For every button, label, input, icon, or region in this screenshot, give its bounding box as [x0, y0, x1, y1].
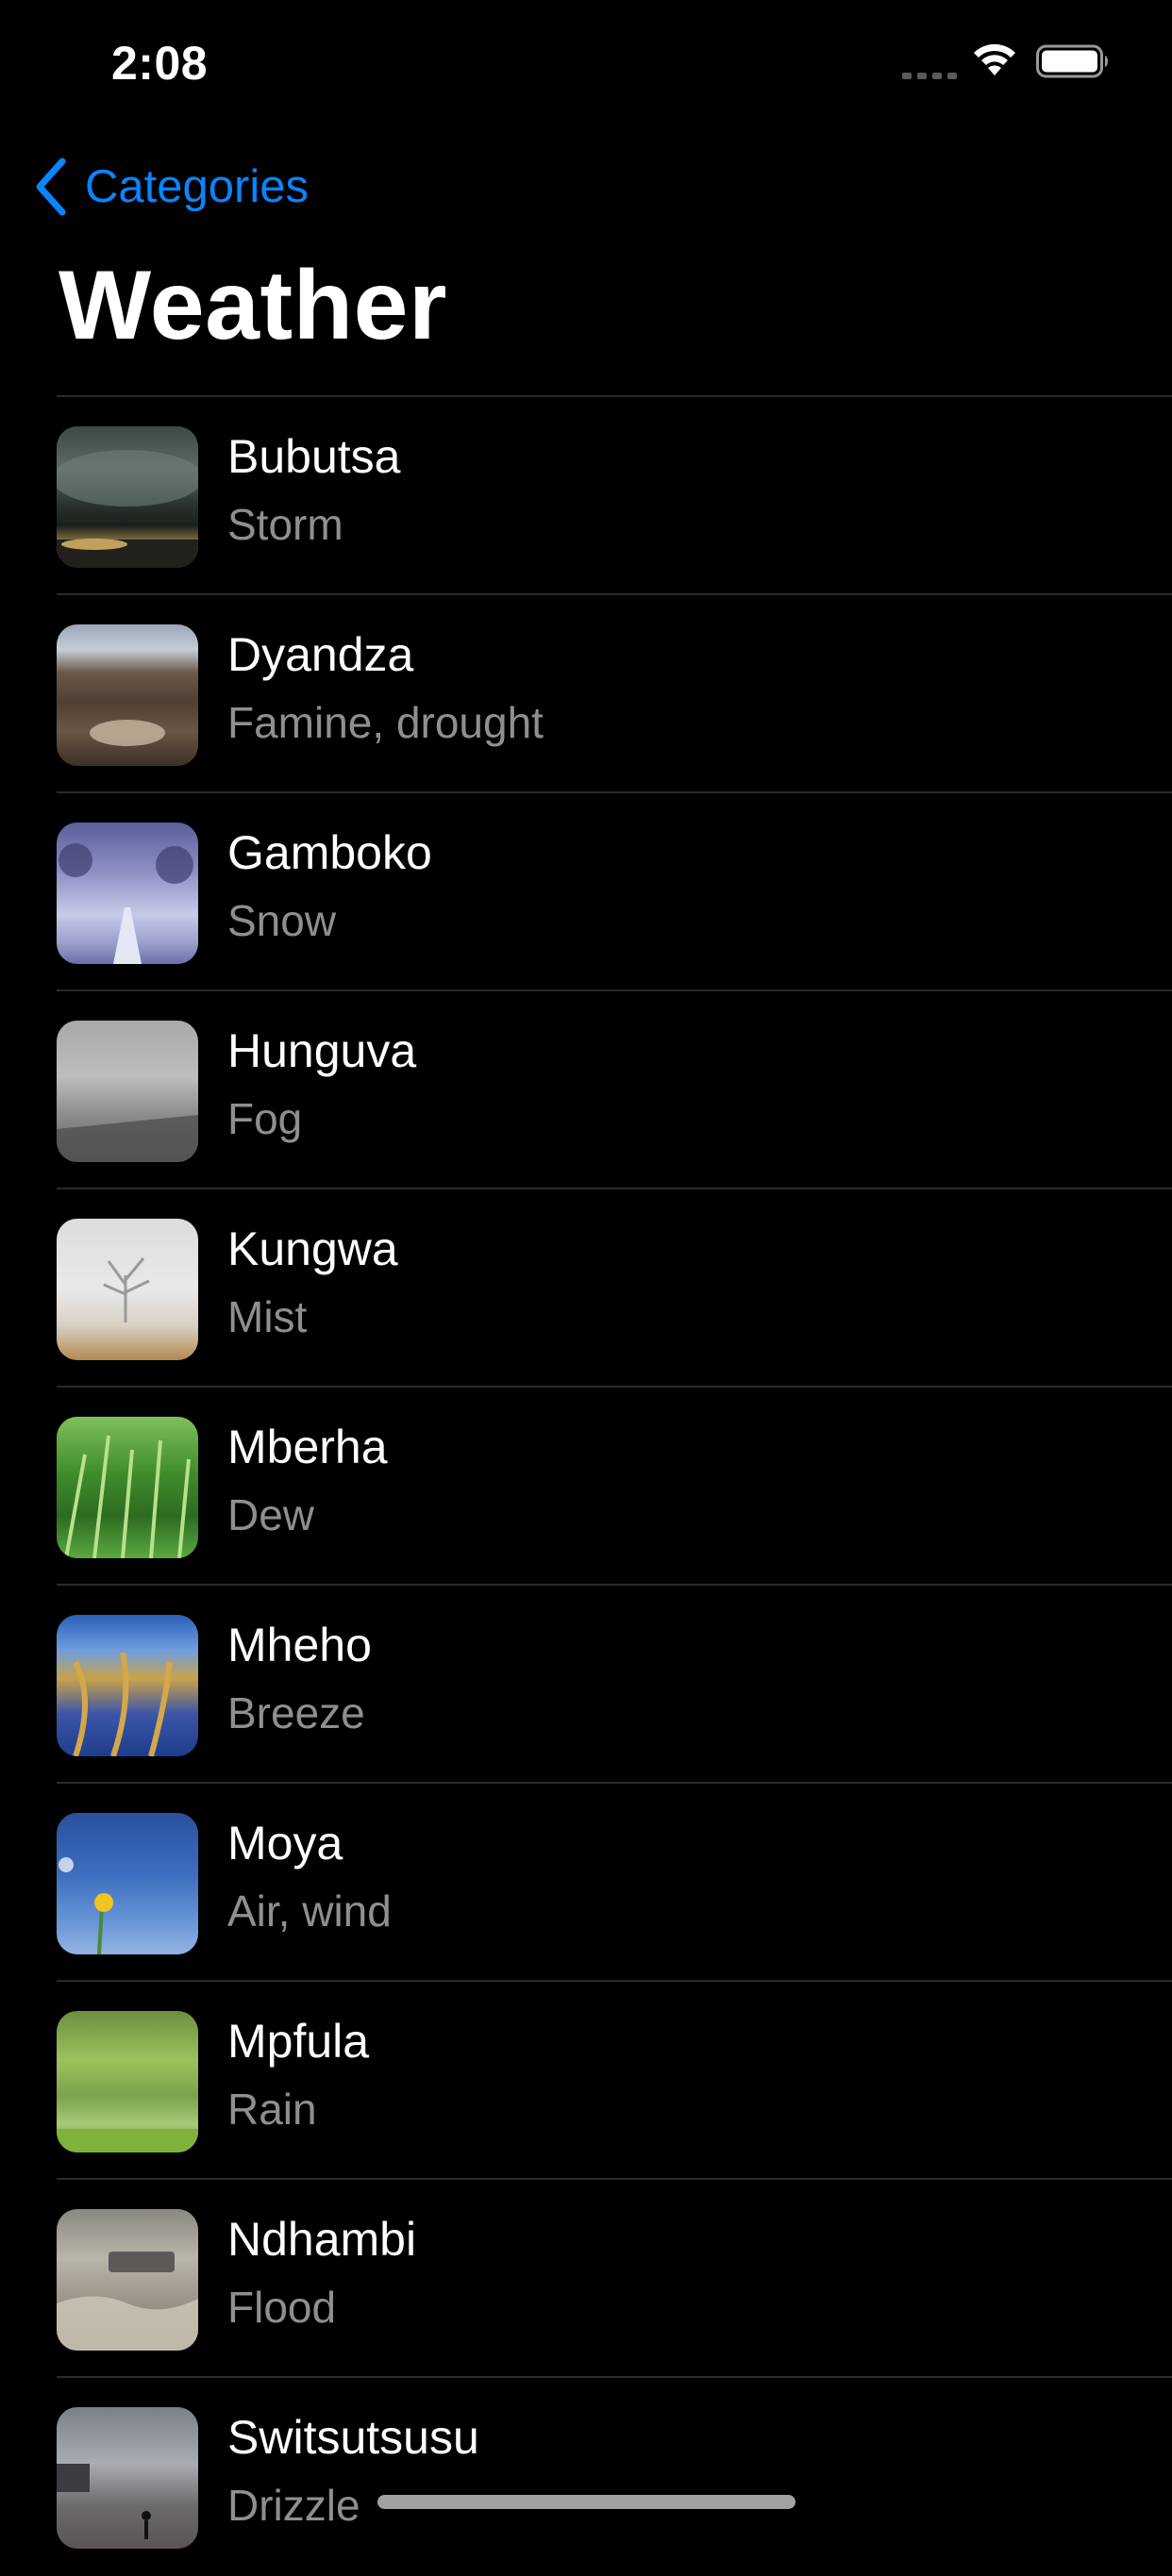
list-item[interactable]: Switsutsusu Drizzle: [0, 2378, 1172, 2576]
item-title: Dyandza: [227, 628, 414, 681]
home-indicator[interactable]: [377, 2495, 795, 2509]
status-bar: 2:08: [0, 0, 1172, 125]
cellular-signal-icon: [902, 73, 957, 79]
item-title: Switsutsusu: [227, 2411, 479, 2464]
item-subtitle: Drizzle: [227, 2481, 360, 2530]
page-title: Weather: [59, 251, 447, 360]
list-item[interactable]: Gamboko Snow: [0, 793, 1172, 991]
item-title: Mheho: [227, 1619, 372, 1671]
item-subtitle: Storm: [227, 500, 343, 549]
drizzle-image: [57, 2407, 198, 2549]
item-subtitle: Famine, drought: [227, 698, 544, 747]
breeze-image: [57, 1615, 198, 1756]
list-item[interactable]: Mpfula Rain: [0, 1982, 1172, 2180]
fog-image: [57, 1021, 198, 1162]
back-button-label: Categories: [85, 161, 309, 212]
item-title: Bubutsa: [227, 430, 401, 483]
list-item[interactable]: Hunguva Fog: [0, 991, 1172, 1189]
chevron-left-icon: [36, 158, 66, 216]
item-subtitle: Snow: [227, 896, 337, 945]
flood-image: [57, 2209, 198, 2351]
list-item[interactable]: Kungwa Mist: [0, 1189, 1172, 1388]
item-subtitle: Air, wind: [227, 1886, 392, 1936]
rain-image: [57, 2011, 198, 2152]
battery-icon: [1036, 44, 1108, 78]
list-item[interactable]: Mberha Dew: [0, 1388, 1172, 1586]
item-title: Moya: [227, 1817, 343, 1870]
item-title: Mberha: [227, 1421, 388, 1473]
item-title: Kungwa: [227, 1222, 398, 1275]
item-subtitle: Mist: [227, 1292, 308, 1341]
dew-image: [57, 1417, 198, 1558]
weather-list: Bubutsa Storm Dyandza Famine, drought Ga…: [0, 397, 1172, 2576]
list-item[interactable]: Ndhambi Flood: [0, 2180, 1172, 2378]
list-item[interactable]: Bubutsa Storm: [0, 397, 1172, 595]
item-subtitle: Breeze: [227, 1688, 365, 1737]
status-time: 2:08: [111, 37, 209, 90]
list-item[interactable]: Dyandza Famine, drought: [0, 595, 1172, 793]
item-subtitle: Fog: [227, 1094, 303, 1143]
item-title: Mpfula: [227, 2015, 370, 2068]
back-button[interactable]: Categories: [32, 151, 309, 223]
list-item[interactable]: Moya Air, wind: [0, 1784, 1172, 1982]
item-subtitle: Flood: [227, 2283, 337, 2332]
drought-image: [57, 624, 198, 766]
wind-image: [57, 1813, 198, 1954]
item-title: Ndhambi: [227, 2213, 417, 2266]
list-item[interactable]: Mheho Breeze: [0, 1586, 1172, 1784]
item-subtitle: Rain: [227, 2085, 317, 2134]
item-subtitle: Dew: [227, 1490, 315, 1539]
storm-image: [57, 426, 198, 568]
snow-image: [57, 823, 198, 964]
wifi-icon: [974, 43, 1015, 75]
item-title: Hunguva: [227, 1024, 417, 1077]
mist-image: [57, 1219, 198, 1360]
item-title: Gamboko: [227, 826, 432, 879]
